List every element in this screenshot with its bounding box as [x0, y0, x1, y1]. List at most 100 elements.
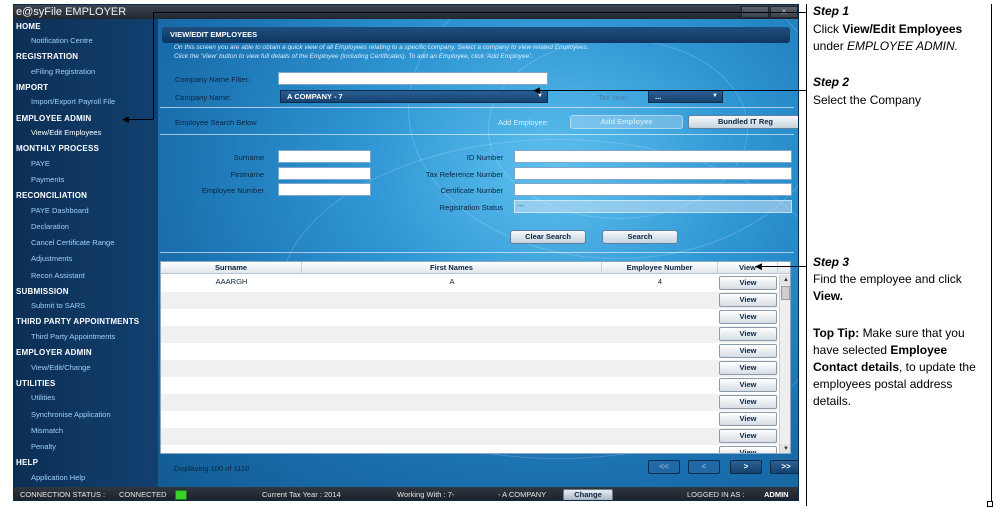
step1-title: Step 1 [813, 4, 850, 18]
cell-employee-number [602, 360, 718, 377]
sidebar-item-declaration[interactable]: Declaration [31, 222, 69, 231]
panel-description-2: Click the 'View' button to view full det… [174, 53, 533, 60]
cell-surname [161, 394, 302, 411]
id-number-input[interactable] [514, 150, 792, 163]
sidebar-section-help: HELP [16, 458, 39, 468]
table-row[interactable]: AAARGH A 4 View [161, 275, 778, 292]
sidebar-item-synchronise-application[interactable]: Synchronise Application [31, 410, 111, 419]
sidebar-item-adjustments[interactable]: Adjustments [31, 254, 72, 263]
surname-input[interactable] [278, 150, 371, 163]
view-button[interactable]: View [719, 327, 777, 341]
sidebar-section-utilities: UTILITIES [16, 378, 56, 388]
cell-employee-number [602, 292, 718, 309]
view-button[interactable]: View [719, 446, 777, 453]
col-view[interactable]: View [718, 262, 778, 274]
sidebar-item-paye[interactable]: PAYE [31, 159, 50, 168]
connection-indicator [175, 490, 187, 500]
tax-reference-label: Tax Reference Number [425, 170, 503, 179]
first-page-button[interactable]: << [648, 460, 680, 474]
sidebar-item-payments[interactable]: Payments [31, 175, 64, 184]
divider [160, 107, 794, 108]
view-button[interactable]: View [719, 412, 777, 426]
status-bar: CONNECTION STATUS : CONNECTED Current Ta… [14, 487, 798, 500]
view-button[interactable]: View [719, 395, 777, 409]
table-row[interactable]: View [161, 292, 778, 309]
table-row[interactable]: View [161, 445, 778, 453]
table-row[interactable]: View [161, 360, 778, 377]
sidebar-item-efiling-registration[interactable]: eFiling Registration [31, 67, 95, 76]
cell-first-names [302, 326, 602, 343]
next-page-button[interactable]: > [730, 460, 762, 474]
prev-page-button[interactable]: < [688, 460, 720, 474]
col-first-names[interactable]: First Names [302, 262, 602, 274]
table-row[interactable]: View [161, 326, 778, 343]
view-button[interactable]: View [719, 344, 777, 358]
bundled-it-reg-button[interactable]: Bundled IT Reg [688, 115, 798, 129]
step1-text: Click View/Edit Employees under EMPLOYEE… [813, 22, 963, 53]
certificate-number-input[interactable] [514, 183, 792, 196]
cell-employee-number [602, 343, 718, 360]
sidebar-item-paye-dashboard[interactable]: PAYE Dashboard [31, 206, 89, 215]
step2-text: Select the Company [813, 93, 922, 107]
tax-year-select[interactable]: ... ▼ [648, 90, 723, 103]
sidebar-item-notification-centre[interactable]: Notification Centre [31, 36, 93, 45]
sidebar-item-view-edit-employees[interactable]: View/Edit Employees [31, 128, 101, 137]
sidebar-item-application-help[interactable]: Application Help [31, 473, 85, 482]
change-company-button[interactable]: Change [563, 489, 613, 500]
sidebar-item-view-edit-change[interactable]: View/Edit/Change [31, 363, 90, 372]
add-employee-button[interactable]: Add Employee [570, 115, 683, 129]
company-filter-input[interactable] [278, 72, 548, 85]
sidebar-item-penalty[interactable]: Penalty [31, 442, 56, 451]
search-button[interactable]: Search [602, 230, 678, 244]
sidebar-item-recon-assistant[interactable]: Recon Assistant [31, 271, 85, 280]
last-page-button[interactable]: >> [770, 460, 798, 474]
cell-surname [161, 445, 302, 453]
sidebar-section-monthly-process: MONTHLY PROCESS [16, 144, 100, 154]
company-name-select[interactable]: A COMPANY - 7 ▼ [280, 90, 548, 103]
view-button[interactable]: View [719, 310, 777, 324]
table-row[interactable]: View [161, 343, 778, 360]
callout-line-step1 [153, 12, 154, 120]
sidebar-item-third-party-appointments[interactable]: Third Party Appointments [31, 332, 115, 341]
tax-reference-input[interactable] [514, 167, 792, 180]
cell-surname [161, 343, 302, 360]
scroll-down-icon[interactable]: ▼ [780, 444, 790, 453]
col-surname[interactable]: Surname [161, 262, 302, 274]
sidebar-item-cancel-certificate-range[interactable]: Cancel Certificate Range [31, 238, 114, 247]
cell-employee-number [602, 326, 718, 343]
firstname-label: Firstname [230, 170, 264, 179]
view-button[interactable]: View [719, 378, 777, 392]
paging-info: Displaying 100 of 1110 [174, 464, 250, 473]
view-button[interactable]: View [719, 293, 777, 307]
table-row[interactable]: View [161, 377, 778, 394]
scroll-up-icon[interactable]: ▲ [780, 275, 790, 285]
top-tip-text: Top Tip: Make sure that you have selecte… [813, 326, 976, 408]
cell-first-names [302, 394, 602, 411]
app-window: e@syFile EMPLOYER x HOMENotification Cen… [13, 4, 799, 501]
registration-status-select[interactable]: --- [514, 200, 792, 213]
table-row[interactable]: View [161, 411, 778, 428]
view-button[interactable]: View [719, 361, 777, 375]
cell-surname: AAARGH [215, 277, 248, 286]
cell-employee-number [602, 394, 718, 411]
company-name-value: A COMPANY - 7 [287, 92, 343, 101]
panel-description-1: On this screen you are able to obtain a … [174, 44, 589, 51]
sidebar-item-submit-to-sars[interactable]: Submit to SARS [31, 301, 85, 310]
sidebar-item-mismatch[interactable]: Mismatch [31, 426, 63, 435]
col-employee-number[interactable]: Employee Number [602, 262, 718, 274]
firstname-input[interactable] [278, 167, 371, 180]
table-row[interactable]: View [161, 309, 778, 326]
view-button[interactable]: View [719, 429, 777, 443]
clear-search-button[interactable]: Clear Search [510, 230, 586, 244]
view-button[interactable]: View [719, 276, 777, 290]
connection-status-label: CONNECTION STATUS : [20, 490, 106, 499]
table-row[interactable]: View [161, 394, 778, 411]
sidebar-item-utilities[interactable]: Utilities [31, 393, 55, 402]
employee-number-input[interactable] [278, 183, 371, 196]
scrollbar-thumb[interactable] [781, 286, 790, 300]
instruction-notes: Step 1 Click View/Edit Employees under E… [806, 4, 992, 506]
logged-in-label: LOGGED IN AS : [687, 490, 745, 499]
grid-scrollbar[interactable]: ▲ ▼ [779, 275, 790, 453]
sidebar-item-import-export-payroll-file[interactable]: Import/Export Payroll File [31, 97, 115, 106]
table-row[interactable]: View [161, 428, 778, 445]
